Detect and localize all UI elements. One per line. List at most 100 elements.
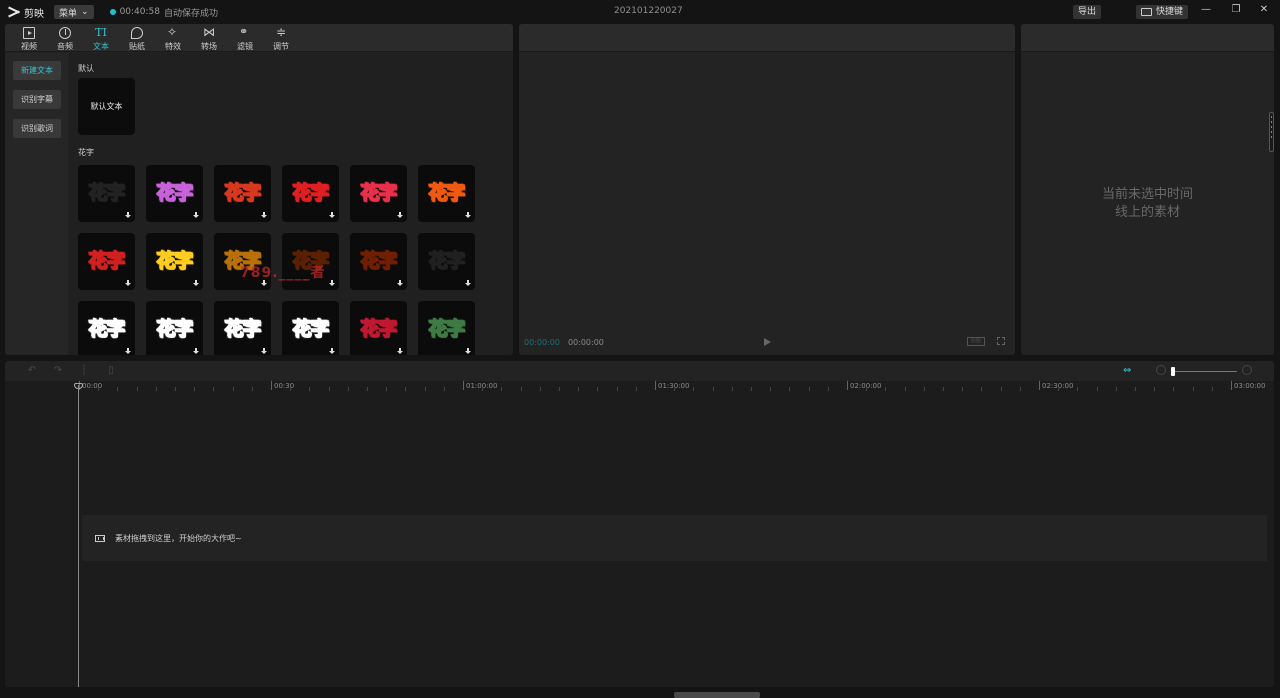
download-icon[interactable] <box>329 212 335 219</box>
recognize-subtitles-button[interactable]: 识别字幕 <box>13 90 61 109</box>
fancy-text-card[interactable]: 花字 <box>78 233 135 290</box>
ruler-minor-tick <box>597 387 599 391</box>
delete-icon[interactable]: ▯ <box>106 366 116 376</box>
fancy-text-preview: 花字 <box>88 318 126 341</box>
fancy-text-card[interactable]: 花字 <box>214 301 271 355</box>
fancy-text-card[interactable]: 花字 <box>282 165 339 222</box>
fancy-text-card[interactable]: 花字 <box>282 301 339 355</box>
horizontal-scrollbar[interactable] <box>674 692 760 698</box>
ratio-button[interactable]: 原始 <box>967 337 985 346</box>
ruler-minor-tick <box>904 387 906 391</box>
ruler-minor-tick <box>213 387 215 391</box>
tab-effect[interactable]: 特效 <box>155 24 191 52</box>
download-icon[interactable] <box>397 280 403 287</box>
tab-audio[interactable]: 音频 <box>47 24 83 52</box>
timeline-panel: ↶ ↷ ⸽ ▯ ⇔ 00:00 00:30 01:00:00 01:30:00 02:0… <box>5 361 1274 687</box>
playhead[interactable] <box>78 385 79 687</box>
download-icon[interactable] <box>125 348 131 355</box>
text-icon: TI <box>95 26 107 39</box>
fancy-text-card[interactable]: 花字 <box>78 165 135 222</box>
ruler-minor-tick <box>194 387 196 391</box>
main-track-drop-zone[interactable]: 素材拖拽到这里，开始你的大作吧~ <box>82 515 1267 561</box>
current-timecode: 00:00:00 <box>524 337 560 347</box>
fancy-text-card[interactable]: 花字 <box>146 301 203 355</box>
split-icon[interactable]: ⸽ <box>79 366 89 376</box>
link-icon[interactable]: ⇔ <box>1123 366 1137 376</box>
chevron-down-icon: ⌄ <box>81 7 89 17</box>
ruler-minor-tick <box>1000 387 1002 391</box>
download-icon[interactable] <box>261 348 267 355</box>
fancy-text-grid: 花字 花字 花字 花字 花字 花字 花字 花字 花字 花字 花字 花字 花字 花字 花字 花字 花字 花字 <box>78 165 513 355</box>
ruler-minor-tick <box>751 387 752 391</box>
download-icon[interactable] <box>465 348 471 355</box>
app-name: 剪映 <box>24 8 44 20</box>
ruler-minor-tick <box>98 387 100 391</box>
ruler-minor-tick <box>885 387 887 391</box>
download-icon[interactable] <box>125 212 131 219</box>
fancy-text-card[interactable]: 花字 <box>350 165 407 222</box>
ruler-minor-tick <box>136 387 138 391</box>
zoom-slider-knob[interactable] <box>1171 367 1175 376</box>
zoom-in-icon[interactable] <box>1242 365 1252 375</box>
fancy-text-card[interactable]: 花字 <box>418 233 475 290</box>
fancy-text-card[interactable]: 花字 <box>146 233 203 290</box>
tab-text[interactable]: TI 文本 <box>83 24 119 52</box>
download-icon[interactable] <box>193 212 199 219</box>
zoom-slider[interactable] <box>1171 367 1237 376</box>
redo-icon[interactable]: ↷ <box>53 366 63 376</box>
title-bar: 剪映 菜单 ⌄ 00:40:58 自动保存成功 202101220027 导出 … <box>0 0 1280 24</box>
play-icon[interactable] <box>764 338 771 346</box>
download-icon[interactable] <box>125 280 131 287</box>
ruler-minor-tick <box>117 387 119 391</box>
zoom-out-icon[interactable] <box>1156 365 1166 375</box>
export-button[interactable]: 导出 <box>1073 5 1102 19</box>
ruler-major-tick <box>655 381 656 390</box>
fancy-section-label: 花字 <box>78 148 94 157</box>
ruler-minor-tick <box>1019 387 1021 391</box>
tab-transition[interactable]: 转场 <box>191 24 227 52</box>
download-icon[interactable] <box>397 348 403 355</box>
download-icon[interactable] <box>397 212 403 219</box>
ruler-minor-tick <box>328 387 330 391</box>
undo-icon[interactable]: ↶ <box>27 366 37 376</box>
fancy-text-card[interactable]: 花字 <box>214 165 271 222</box>
ruler-minor-tick <box>1077 387 1079 391</box>
tab-adjust[interactable]: 调节 <box>263 24 299 52</box>
ruler-minor-tick <box>866 387 868 391</box>
download-icon[interactable] <box>193 280 199 287</box>
shortcut-button[interactable]: 快捷键 <box>1136 5 1189 19</box>
download-icon[interactable] <box>261 212 267 219</box>
ruler-minor-tick <box>923 387 925 391</box>
restore-icon[interactable]: ❐ <box>1228 4 1244 20</box>
tab-sticker[interactable]: 贴纸 <box>119 24 155 52</box>
download-icon[interactable] <box>193 348 199 355</box>
text-side-nav: 新建文本 识别字幕 识别歌词 <box>5 53 68 355</box>
download-icon[interactable] <box>465 280 471 287</box>
tab-video[interactable]: 视频 <box>11 24 47 52</box>
fullscreen-icon[interactable] <box>997 337 1005 345</box>
recognize-lyrics-button[interactable]: 识别歌词 <box>13 119 61 138</box>
ruler-minor-tick <box>770 387 772 391</box>
menu-button[interactable]: 菜单 ⌄ <box>54 5 94 19</box>
tab-filter[interactable]: 滤镜 <box>227 24 263 52</box>
fancy-text-preview: 花字 <box>292 182 330 205</box>
timeline-ruler[interactable]: 00:00 00:30 01:00:00 01:30:00 02:00:00 02:30:… <box>5 381 1274 393</box>
fancy-text-card[interactable]: 花字 <box>350 233 407 290</box>
new-text-button[interactable]: 新建文本 <box>13 61 61 80</box>
video-icon <box>23 27 35 39</box>
download-icon[interactable] <box>329 280 335 287</box>
minimize-icon[interactable]: — <box>1198 4 1214 20</box>
default-text-card[interactable]: 默认文本 <box>78 78 135 135</box>
ruler-minor-tick <box>232 387 234 391</box>
fancy-text-card[interactable]: 花字 <box>418 301 475 355</box>
download-icon[interactable] <box>465 212 471 219</box>
close-icon[interactable]: ✕ <box>1256 4 1272 20</box>
fancy-text-card[interactable]: 花字 <box>78 301 135 355</box>
fancy-text-card[interactable]: 花字 <box>146 165 203 222</box>
empty-line-2: 线上的素材 <box>1114 205 1180 220</box>
fancy-text-card[interactable]: 花字 <box>418 165 475 222</box>
download-icon[interactable] <box>329 348 335 355</box>
ruler-minor-tick <box>693 387 695 391</box>
ruler-minor-tick <box>712 387 714 391</box>
fancy-text-card[interactable]: 花字 <box>350 301 407 355</box>
